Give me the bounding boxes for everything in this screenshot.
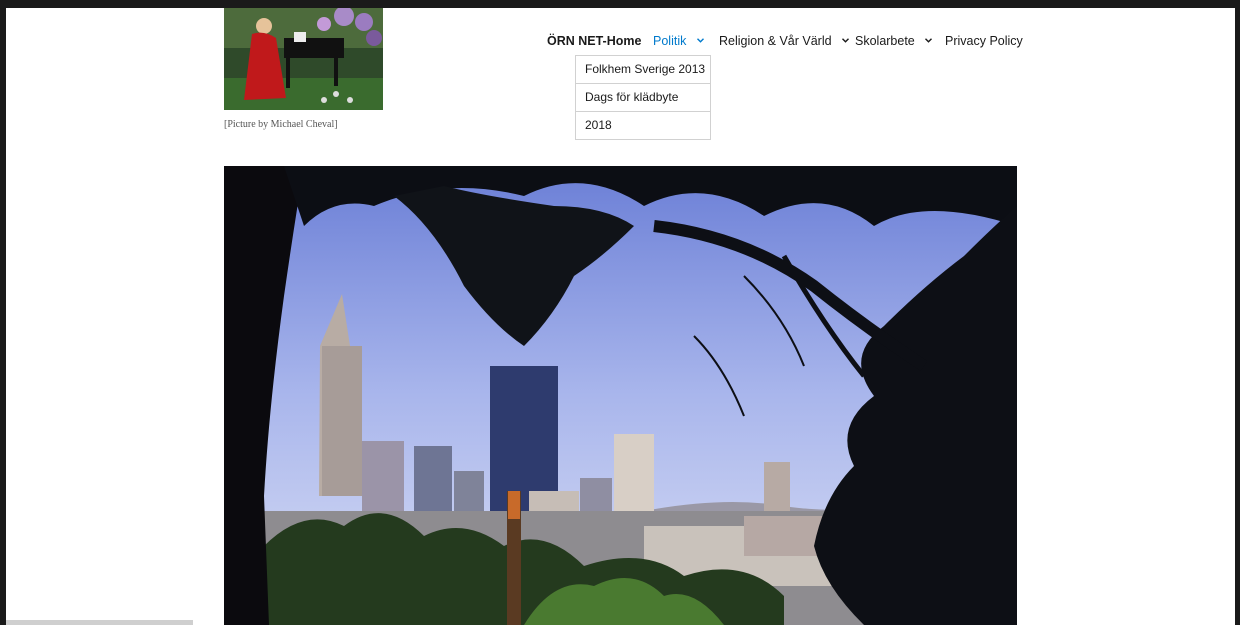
dropdown-item-dags-for-kladbyte[interactable]: Dags för klädbyte [576, 84, 710, 112]
nav-item-label: Privacy Policy [945, 34, 1023, 48]
nav-item-skolarbete[interactable]: Skolarbete [855, 34, 933, 48]
page-frame: [Picture by Michael Cheval] ÖRN NET-Home… [6, 8, 1235, 625]
nav-item-label: ÖRN NET-Home [547, 34, 642, 48]
main-navigation: ÖRN NET-Home Politik Religion & Vår Värl… [6, 34, 1235, 54]
nav-item-home[interactable]: ÖRN NET-Home [547, 34, 641, 48]
nav-item-label: Skolarbete [855, 34, 915, 48]
nav-item-label: Religion & Vår Värld [719, 34, 832, 48]
scroll-indicator [6, 620, 193, 625]
chevron-down-icon [842, 38, 850, 43]
nav-item-religion[interactable]: Religion & Vår Värld [719, 34, 850, 48]
header-hero-image [224, 166, 1017, 625]
dropdown-item-2018[interactable]: 2018 [576, 112, 710, 139]
nav-item-privacy-policy[interactable]: Privacy Policy [945, 34, 1023, 48]
site-logo-painting[interactable] [224, 8, 383, 110]
nav-item-politik[interactable]: Politik [653, 34, 704, 48]
logo-caption: [Picture by Michael Cheval] [224, 119, 338, 130]
politik-dropdown-menu: Folkhem Sverige 2013 Dags för klädbyte 2… [575, 55, 711, 140]
chevron-down-icon [925, 38, 933, 43]
nav-item-label: Politik [653, 34, 687, 48]
chevron-down-icon [696, 38, 704, 43]
dropdown-item-folkhem-sverige-2013[interactable]: Folkhem Sverige 2013 [576, 56, 710, 84]
